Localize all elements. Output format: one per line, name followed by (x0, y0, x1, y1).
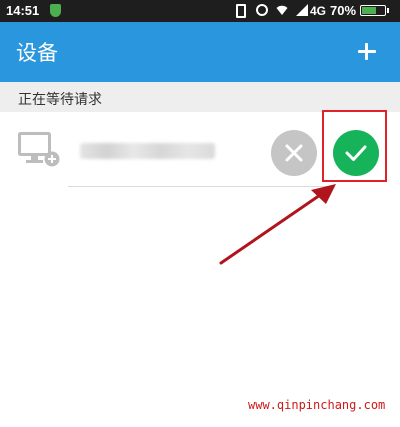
signal-icon (296, 4, 308, 16)
battery-tip (387, 8, 389, 13)
status-time: 14:51 (6, 3, 40, 18)
pointer-arrow (219, 184, 336, 265)
page-title: 设备 (16, 41, 58, 65)
highlight-box (322, 110, 387, 182)
battery-icon (360, 5, 386, 16)
wifi-icon (276, 5, 288, 15)
section-header: 正在等待请求 (0, 82, 400, 112)
alarm-icon (256, 4, 268, 16)
network-type: 4G (310, 4, 327, 18)
battery-percent: 70% (330, 3, 357, 18)
monitor-add-icon (18, 132, 60, 167)
reject-button[interactable] (271, 130, 317, 176)
add-device-button[interactable] (352, 36, 382, 66)
security-shield-icon (50, 4, 61, 17)
battery-fill (362, 7, 376, 14)
section-label: 正在等待请求 (18, 92, 102, 108)
vibrate-icon (236, 4, 246, 18)
watermark: www.qinpinchang.com (248, 398, 386, 412)
close-icon (285, 144, 303, 162)
app-bar: 设备 (0, 22, 400, 82)
device-name-blurred (80, 143, 215, 159)
status-bar: 14:51 4G 70% (0, 0, 400, 22)
